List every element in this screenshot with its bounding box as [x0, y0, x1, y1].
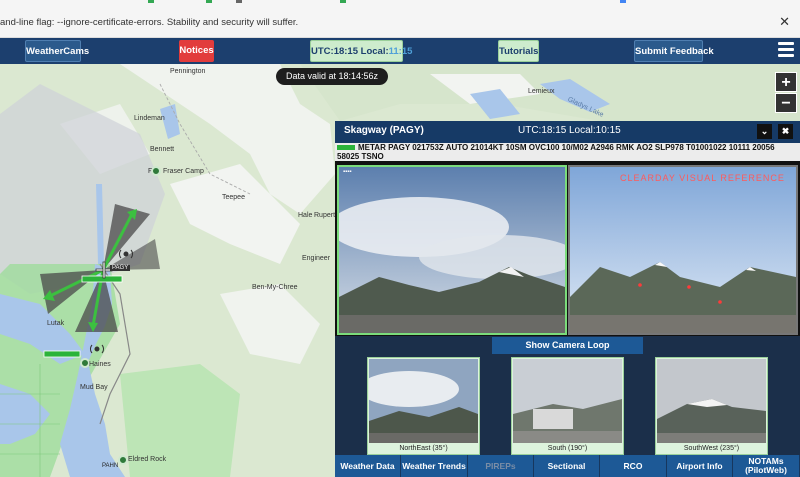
metar-line: METAR PAGY 021753Z AUTO 21014KT 10SM OVC…	[335, 143, 800, 161]
thumb-northeast-image	[369, 359, 478, 443]
close-icon[interactable]: ✕	[779, 14, 790, 30]
thumb-northeast[interactable]: NorthEast (35°)	[367, 357, 480, 455]
submit-feedback-button[interactable]: Submit Feedback	[634, 40, 714, 62]
place-fraser-camp: Fraser Camp	[163, 168, 204, 175]
thumb-south-caption: South (190°)	[547, 445, 588, 452]
zoom-in-button[interactable]: +	[775, 72, 797, 92]
place-teepee: Teepee	[222, 194, 245, 201]
airport-pagy[interactable]: PAGY	[110, 265, 131, 271]
camera-timestamp-overlay: ▪▪▪▪	[343, 169, 352, 175]
thumb-south-image	[513, 359, 622, 443]
tab-pireps[interactable]: PIREPs	[468, 455, 534, 477]
browser-tab-strip	[140, 0, 700, 3]
thumb-southwest[interactable]: SouthWest (235°)	[655, 357, 768, 455]
local-time: 11:15	[388, 46, 413, 57]
notices-button[interactable]: Notices	[179, 40, 214, 62]
place-rupert: Rupert	[314, 212, 336, 219]
panel-header: Skagway (PAGY) UTC:18:15 Local:10:15 ⌄ ✖	[335, 121, 800, 143]
local-label: Local:	[358, 46, 389, 57]
tab-airport-info[interactable]: Airport Info	[667, 455, 733, 477]
browser-warning-bar: and-line flag: --ignore-certificate-erro…	[0, 0, 800, 38]
place-engineer: Engineer	[302, 255, 331, 262]
tab-sectional[interactable]: Sectional	[534, 455, 600, 477]
weathercams-button[interactable]: WeatherCams	[25, 40, 89, 62]
warning-text: and-line flag: --ignore-certificate-erro…	[0, 17, 299, 28]
place-pennington: Pennington	[170, 68, 206, 75]
main-camera-area: ▪▪▪▪ CLEARDAY VISUAL REFERENCE	[335, 161, 800, 336]
camera-site-fraser-camp[interactable]	[151, 166, 161, 176]
tab-rco[interactable]: RCO	[600, 455, 667, 477]
panel-local-time: Local:10:15	[569, 125, 621, 136]
show-camera-loop-button[interactable]: Show Camera Loop	[492, 337, 643, 354]
place-ben-my-chree: Ben-My-Chree	[252, 284, 298, 291]
top-navigation: WeatherCams Notices UTC:18:15 Local:11:1…	[0, 38, 800, 64]
collapse-icon[interactable]: ⌄	[757, 124, 772, 139]
metar-text: METAR PAGY 021753Z AUTO 21014KT 10SM OVC…	[337, 143, 775, 161]
place-bennett: Bennett	[150, 146, 175, 153]
clearday-title: CLEARDAY VISUAL REFERENCE	[620, 173, 785, 183]
place-lemieux: Lemieux	[528, 88, 555, 95]
panel-utc-time: UTC:18:15	[518, 125, 567, 136]
place-haines: Haines	[89, 361, 111, 368]
thumb-southwest-image	[657, 359, 766, 443]
airport-pahn[interactable]: PAHN	[102, 463, 118, 469]
panel-tabs: Weather Data Weather Trends PIREPs Secti…	[335, 455, 800, 477]
thumb-northeast-caption: NorthEast (35°)	[399, 445, 448, 452]
flight-category-indicator	[337, 145, 355, 150]
clearday-reference-image[interactable]: CLEARDAY VISUAL REFERENCE	[568, 165, 798, 335]
utc-label: UTC:	[311, 46, 334, 57]
current-camera-image[interactable]: ▪▪▪▪	[337, 165, 567, 335]
camera-site-eldred-rock[interactable]	[118, 455, 128, 465]
data-valid-banner: Data valid at 18:14:56z	[276, 68, 388, 85]
tab-notams[interactable]: NOTAMs (PilotWeb)	[733, 455, 800, 477]
close-panel-icon[interactable]: ✖	[778, 124, 793, 139]
place-lindeman: Lindeman	[134, 115, 165, 122]
place-hale: Hale	[298, 212, 313, 219]
station-panel: Skagway (PAGY) UTC:18:15 Local:10:15 ⌄ ✖…	[335, 121, 800, 477]
tab-weather-trends[interactable]: Weather Trends	[401, 455, 468, 477]
place-lutak: Lutak	[47, 320, 65, 327]
tutorials-button[interactable]: Tutorials	[498, 40, 539, 62]
station-name: Skagway (PAGY)	[344, 125, 424, 136]
place-mud-bay: Mud Bay	[80, 384, 108, 391]
thumb-southwest-caption: SouthWest (235°)	[683, 445, 740, 452]
tab-weather-data[interactable]: Weather Data	[335, 455, 401, 477]
place-eldred-rock: Eldred Rock	[128, 456, 167, 463]
zoom-out-button[interactable]: −	[775, 93, 797, 113]
utc-time: 18:15	[333, 46, 359, 57]
hamburger-icon[interactable]	[778, 42, 794, 60]
clearday-image	[570, 167, 796, 333]
time-display[interactable]: UTC:18:15 Local:11:15	[310, 40, 412, 62]
thumb-south[interactable]: South (190°)	[511, 357, 624, 455]
camera-sky-image	[339, 167, 565, 333]
camera-thumbnails: NorthEast (35°) South (190°) SouthWest (…	[335, 355, 800, 455]
